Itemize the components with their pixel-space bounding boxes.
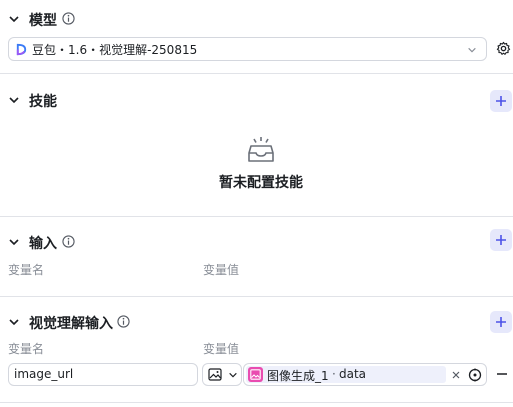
chevron-down-icon[interactable] xyxy=(8,94,20,106)
model-section-title: 模型 xyxy=(29,13,57,29)
section-divider xyxy=(0,402,513,403)
chevron-down-icon[interactable] xyxy=(8,13,20,25)
node-image-icon xyxy=(248,367,263,382)
info-icon[interactable] xyxy=(62,235,75,248)
add-input-button[interactable] xyxy=(490,229,512,251)
empty-tray-icon xyxy=(248,137,274,162)
variable-type-select[interactable] xyxy=(202,363,242,386)
section-divider xyxy=(0,73,513,74)
close-icon[interactable] xyxy=(452,371,460,379)
add-vision-input-button[interactable] xyxy=(490,311,512,333)
info-icon[interactable] xyxy=(62,12,75,25)
plus-icon xyxy=(496,96,506,106)
doubao-logo-icon xyxy=(16,43,27,56)
chevron-down-icon[interactable] xyxy=(8,236,20,248)
plus-icon xyxy=(496,317,506,327)
reference-field-name: data xyxy=(339,367,367,381)
input-section-title: 输入 xyxy=(29,236,57,252)
model-selected-label: 豆包・1.6・视觉理解-250815 xyxy=(32,43,198,57)
chevron-down-icon xyxy=(229,372,237,378)
vision-col-name-header: 变量名 xyxy=(8,342,45,356)
chevron-down-icon[interactable] xyxy=(8,316,20,328)
section-divider xyxy=(0,296,513,297)
add-skill-button[interactable] xyxy=(490,90,512,112)
variable-value-reference[interactable]: 图像生成_1 · data xyxy=(243,363,487,386)
section-divider xyxy=(0,216,513,217)
minus-icon[interactable] xyxy=(496,368,508,380)
reference-node-name: 图像生成_1 xyxy=(267,369,329,383)
skills-section-title: 技能 xyxy=(29,94,57,110)
model-select[interactable]: 豆包・1.6・视觉理解-250815 xyxy=(8,37,487,61)
variable-name-input[interactable]: image_url xyxy=(8,363,198,386)
vision-col-value-header: 变量值 xyxy=(203,342,240,356)
vision-input-section-title: 视觉理解输入 xyxy=(29,316,113,332)
plus-icon xyxy=(496,235,506,245)
skills-empty-text: 暂未配置技能 xyxy=(219,175,303,191)
target-icon[interactable] xyxy=(468,368,482,382)
input-col-name-header: 变量名 xyxy=(8,263,45,277)
gear-icon[interactable] xyxy=(496,41,511,56)
input-col-value-header: 变量值 xyxy=(203,263,240,277)
info-icon[interactable] xyxy=(117,315,130,328)
image-icon xyxy=(208,368,222,381)
reference-separator: · xyxy=(332,367,336,381)
variable-name-value: image_url xyxy=(14,367,74,381)
chevron-down-icon xyxy=(468,47,476,53)
